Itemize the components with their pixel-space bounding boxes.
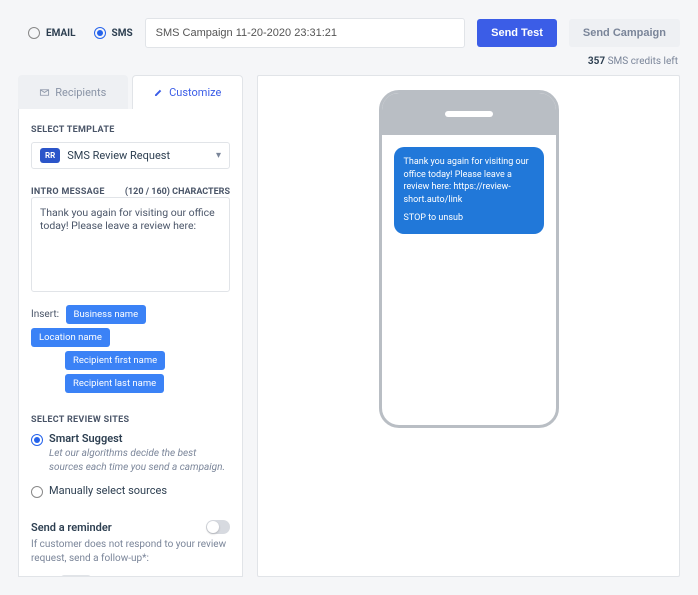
tab-recipients-label: Recipients <box>55 86 106 99</box>
radio-icon <box>31 434 43 446</box>
send-reminder-toggle[interactable] <box>206 520 230 534</box>
intro-message-label: INTRO MESSAGE <box>31 187 105 197</box>
phone-preview: Thank you again for visiting our office … <box>379 90 559 428</box>
radio-icon <box>94 27 106 39</box>
campaign-name-input[interactable] <box>145 18 466 48</box>
insert-variables: Insert: Business name Location name Reci… <box>31 303 230 395</box>
reminder-days-select[interactable]: 1 ▾ <box>61 575 91 577</box>
credits-count: 357 <box>588 56 605 67</box>
tab-customize-label: Customize <box>169 86 221 99</box>
select-review-sites-label: SELECT REVIEW SITES <box>31 415 230 425</box>
tab-customize[interactable]: Customize <box>132 75 244 109</box>
send-test-button[interactable]: Send Test <box>477 19 557 47</box>
phone-statusbar <box>382 93 556 135</box>
sms-preview-bubble: Thank you again for visiting our office … <box>394 147 544 234</box>
credits-suffix: SMS credits left <box>605 56 678 67</box>
smart-suggest-title: Smart Suggest <box>49 432 230 445</box>
review-sites-manual[interactable]: Manually select sources <box>31 484 230 498</box>
channel-email-radio[interactable]: EMAIL <box>28 27 76 39</box>
intro-message-textarea[interactable] <box>31 197 230 292</box>
review-sites-smart-suggest[interactable]: Smart Suggest Let our algorithms decide … <box>31 432 230 474</box>
manual-select-title: Manually select sources <box>49 484 167 497</box>
char-counter: (120 / 160) CHARACTERS <box>125 187 230 197</box>
insert-recipient-last-name[interactable]: Recipient last name <box>65 374 164 393</box>
template-selected-name: SMS Review Request <box>67 149 170 162</box>
send-reminder-title: Send a reminder <box>31 521 112 534</box>
preview-panel: Thank you again for visiting our office … <box>257 75 680 577</box>
template-select[interactable]: RR SMS Review Request ▾ <box>31 142 230 169</box>
insert-location-name[interactable]: Location name <box>31 328 110 347</box>
envelope-icon <box>39 87 50 98</box>
customize-tab-body[interactable]: SELECT TEMPLATE RR SMS Review Request ▾ … <box>18 109 243 577</box>
channel-radio-group: EMAIL SMS <box>28 27 133 39</box>
credits-remaining: 357 SMS credits left <box>0 56 698 75</box>
tab-recipients[interactable]: Recipients <box>18 75 128 109</box>
send-campaign-button[interactable]: Send Campaign <box>569 19 680 47</box>
radio-icon <box>28 27 40 39</box>
email-label: EMAIL <box>46 28 76 39</box>
sms-label: SMS <box>112 28 133 39</box>
template-badge: RR <box>40 148 60 163</box>
channel-sms-radio[interactable]: SMS <box>94 27 133 39</box>
edit-icon <box>153 87 164 98</box>
tabs: Recipients Customize <box>18 75 243 109</box>
send-reminder-desc: If customer does not respond to your rev… <box>31 538 230 565</box>
sms-preview-stop: STOP to unsub <box>404 212 534 225</box>
chevron-down-icon: ▾ <box>216 150 221 161</box>
smart-suggest-desc: Let our algorithms decide the best sourc… <box>49 447 230 474</box>
insert-business-name[interactable]: Business name <box>66 305 147 324</box>
sms-preview-text: Thank you again for visiting our office … <box>404 157 529 205</box>
insert-recipient-first-name[interactable]: Recipient first name <box>65 351 165 370</box>
left-panel: Recipients Customize SELECT TEMPLATE RR … <box>18 75 243 577</box>
insert-label: Insert: <box>31 309 59 320</box>
phone-speaker-icon <box>445 111 493 117</box>
phone-screen: Thank you again for visiting our office … <box>382 135 556 425</box>
select-template-label: SELECT TEMPLATE <box>31 125 230 135</box>
radio-icon <box>31 486 43 498</box>
